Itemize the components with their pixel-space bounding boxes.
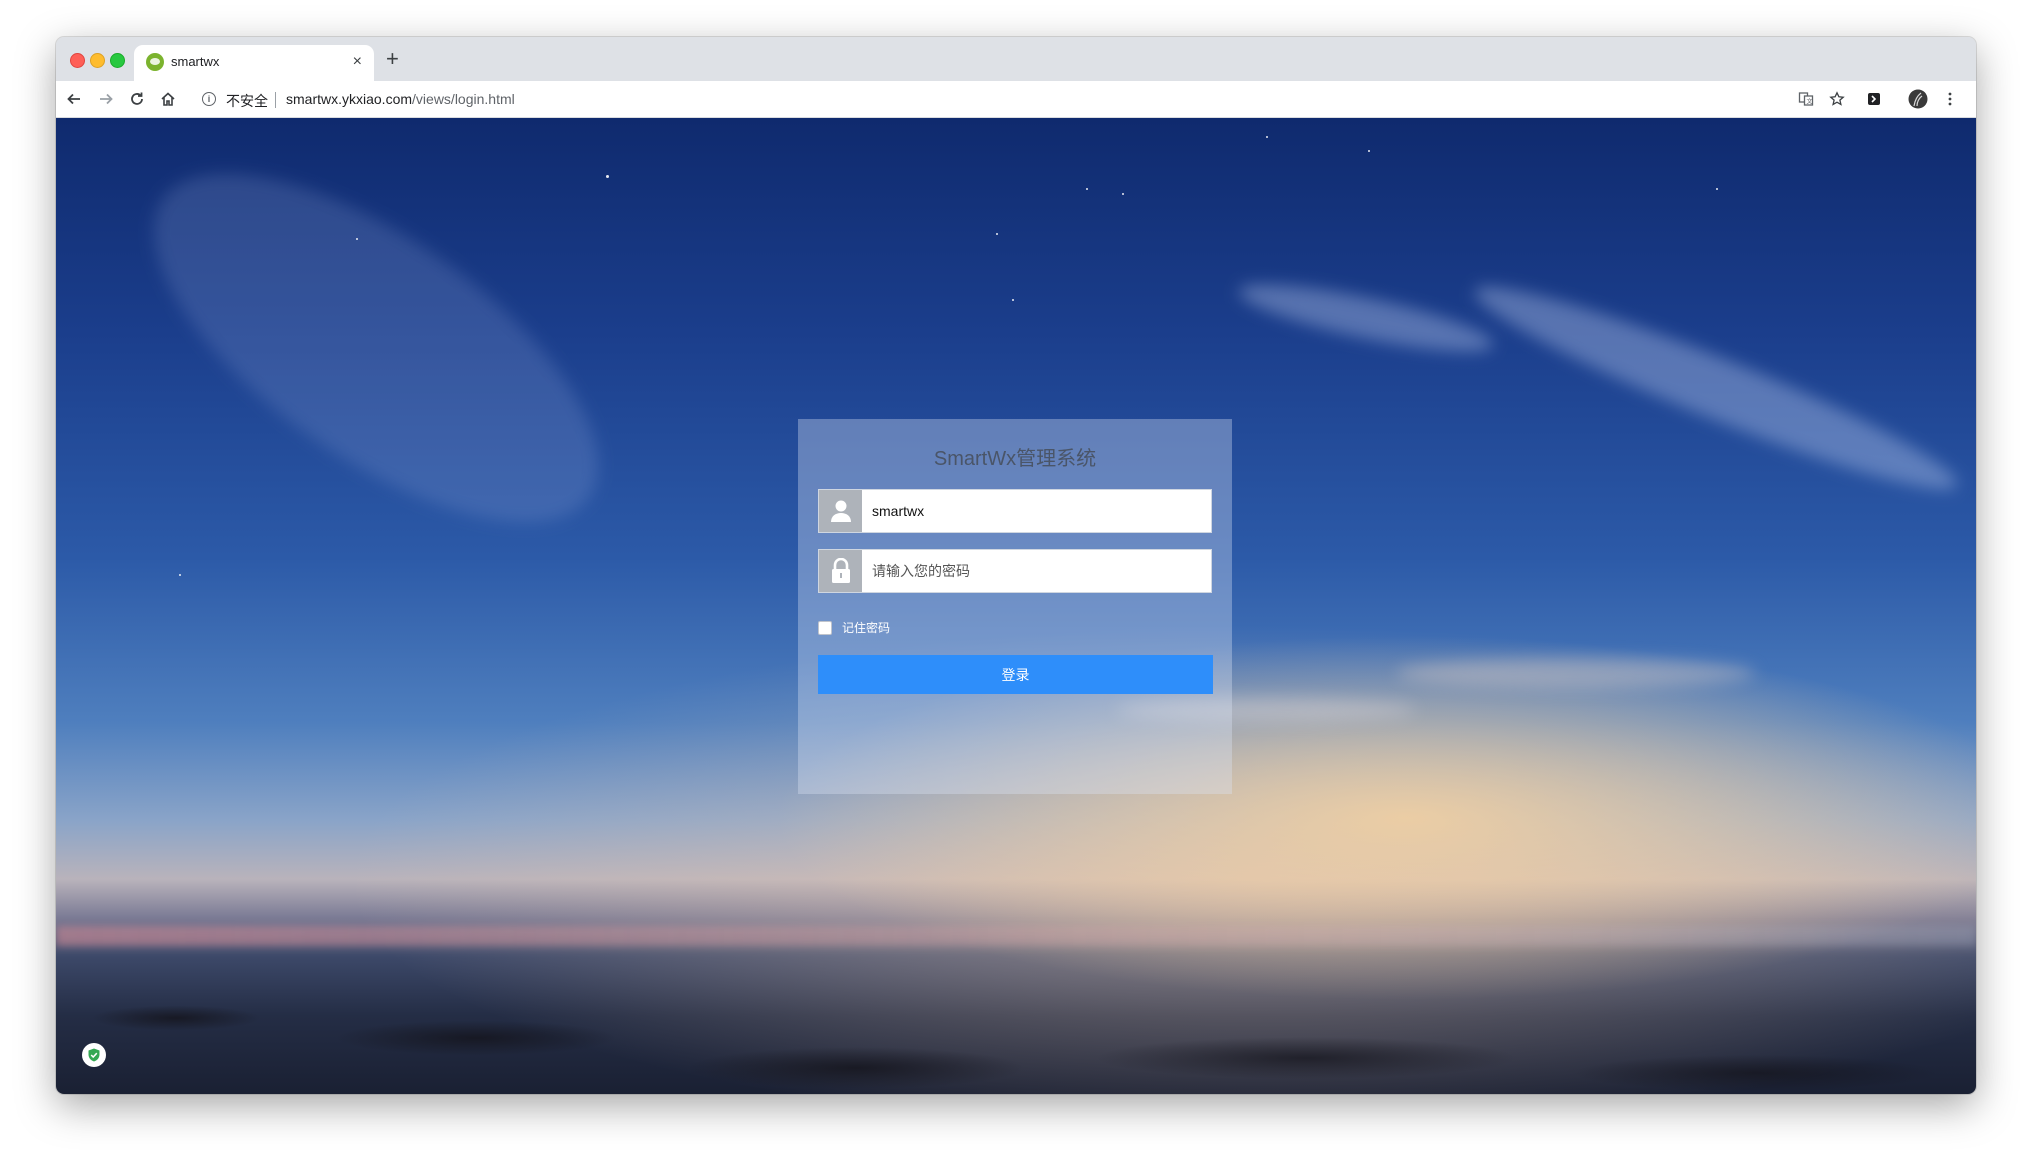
home-icon: [161, 92, 175, 106]
username-field: [818, 489, 1212, 533]
url-text[interactable]: smartwx.ykxiao.com/views/login.html: [286, 91, 515, 107]
password-input[interactable]: [862, 550, 1211, 592]
password-field: [818, 549, 1212, 593]
horizon-glow: [56, 926, 1976, 946]
translate-button[interactable]: 文: [1792, 85, 1820, 113]
browser-window: smartwx × + i 不安全 smartwx.ykxiao.com/vie…: [56, 37, 1976, 1094]
star-icon: [1829, 91, 1845, 106]
back-button[interactable]: [60, 85, 88, 113]
profile-button[interactable]: [1904, 85, 1932, 113]
home-button[interactable]: [154, 85, 182, 113]
maximize-window-button[interactable]: [110, 53, 125, 68]
url-host: smartwx.ykxiao.com: [286, 91, 413, 107]
star: [1086, 188, 1088, 190]
star: [996, 233, 998, 235]
avatar: [1908, 89, 1928, 109]
new-tab-button[interactable]: +: [386, 47, 399, 71]
url-path: /views/login.html: [412, 91, 515, 107]
shield-icon: [88, 1048, 100, 1062]
tab-close-button[interactable]: ×: [353, 52, 362, 72]
cloud-streak: [1396, 658, 1756, 688]
close-window-button[interactable]: [70, 53, 85, 68]
forward-button[interactable]: [92, 85, 120, 113]
lock-icon: [819, 550, 862, 592]
tab-title: smartwx: [171, 54, 220, 69]
back-arrow-icon: [67, 93, 80, 105]
star: [1266, 136, 1268, 138]
login-panel: SmartWx管理系统 记住密码 登录: [798, 419, 1232, 794]
star: [1012, 299, 1014, 301]
address-bar[interactable]: i 不安全 smartwx.ykxiao.com/views/login.htm…: [192, 84, 1832, 114]
browser-tab[interactable]: smartwx ×: [134, 45, 374, 81]
info-icon[interactable]: i: [202, 92, 216, 106]
login-button[interactable]: 登录: [818, 655, 1213, 694]
translate-icon: 文: [1798, 92, 1814, 106]
kebab-menu-icon: [1948, 92, 1952, 106]
star: [606, 175, 609, 178]
cloud-streak: [1463, 262, 1969, 514]
login-page: SmartWx管理系统 记住密码 登录: [56, 118, 1976, 1094]
star: [1122, 193, 1124, 195]
cloud-wisp: [99, 118, 653, 588]
wechat-icon: [146, 53, 164, 71]
remember-password[interactable]: 记住密码: [818, 619, 890, 636]
login-title: SmartWx管理系统: [933, 448, 1097, 470]
forward-arrow-icon: [100, 93, 113, 105]
reload-button[interactable]: [123, 85, 151, 113]
svg-text:文: 文: [1807, 98, 1813, 106]
security-extension-badge[interactable]: [82, 1043, 106, 1067]
username-input[interactable]: [862, 490, 1211, 532]
bookmark-button[interactable]: [1823, 85, 1851, 113]
remember-label[interactable]: 记住密码: [842, 619, 890, 636]
star: [1716, 188, 1718, 190]
security-label[interactable]: 不安全: [226, 91, 268, 111]
address-separator: [275, 92, 276, 108]
browser-toolbar: i 不安全 smartwx.ykxiao.com/views/login.htm…: [56, 81, 1976, 118]
extension-icon: [1868, 93, 1880, 105]
reload-icon: [131, 92, 143, 105]
star: [1368, 150, 1370, 152]
star: [179, 574, 181, 576]
star: [356, 238, 358, 240]
user-icon: [819, 490, 862, 532]
extension-button[interactable]: [1860, 85, 1888, 113]
browser-menu-button[interactable]: [1936, 85, 1964, 113]
remember-checkbox[interactable]: [818, 620, 832, 635]
shore-rocks: [56, 958, 1976, 1094]
minimize-window-button[interactable]: [90, 53, 105, 68]
tab-strip: smartwx × +: [56, 37, 1976, 81]
cloud-streak: [1234, 271, 1498, 365]
